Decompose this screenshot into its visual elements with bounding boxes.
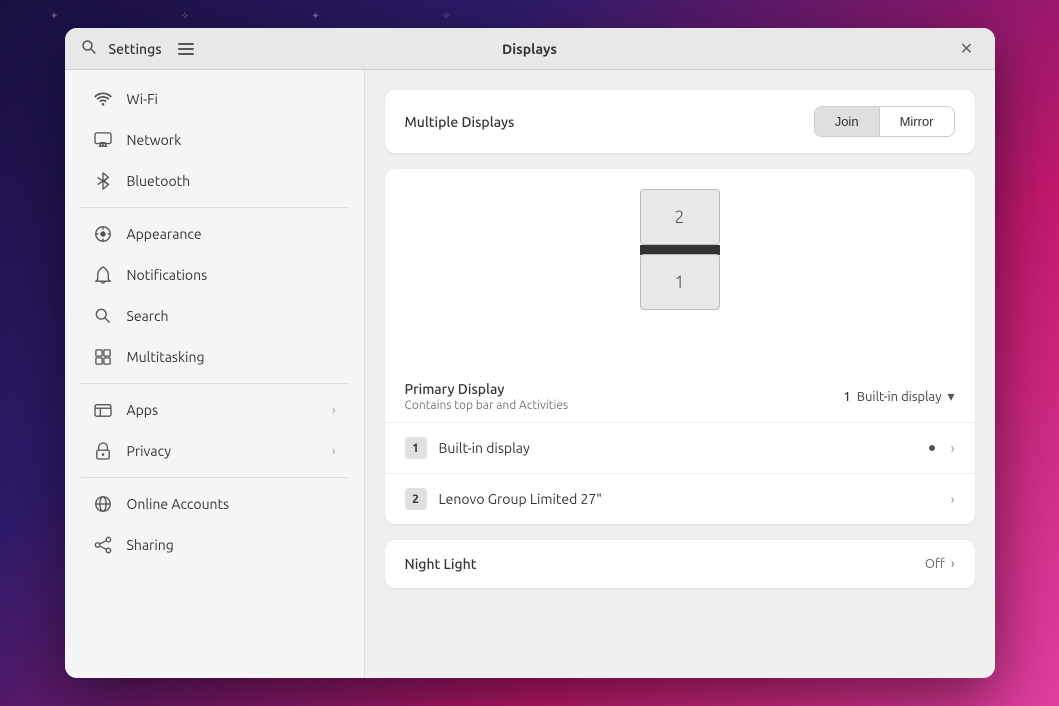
- display-1-badge: 1: [405, 437, 427, 459]
- sidebar-item-online-accounts[interactable]: Online Accounts: [73, 484, 356, 524]
- display-box-1[interactable]: 1: [640, 254, 720, 310]
- night-light-card: Night Light Off ›: [385, 540, 975, 588]
- display-preview: 2 1: [385, 169, 975, 369]
- wifi-label: Wi-Fi: [127, 91, 336, 107]
- main-panel: Multiple Displays Join Mirror 2: [365, 70, 995, 678]
- join-button[interactable]: Join: [815, 107, 879, 136]
- sidebar-item-sharing[interactable]: Sharing: [73, 525, 356, 565]
- search-icon-button[interactable]: [81, 39, 97, 58]
- primary-display-type: Built-in display: [857, 390, 942, 404]
- display-2-badge: 2: [405, 488, 427, 510]
- hamburger-button[interactable]: [174, 39, 198, 59]
- sidebar-item-bluetooth[interactable]: Bluetooth: [73, 161, 356, 201]
- multiple-displays-label: Multiple Displays: [405, 114, 515, 130]
- privacy-icon: [93, 441, 113, 461]
- appearance-icon: [93, 224, 113, 244]
- sidebar-divider-1: [81, 207, 348, 208]
- night-light-row[interactable]: Night Light Off ›: [385, 540, 975, 588]
- sidebar-divider-2: [81, 383, 348, 384]
- bluetooth-label: Bluetooth: [127, 173, 336, 189]
- sidebar-item-appearance[interactable]: Appearance: [73, 214, 356, 254]
- primary-display-info: Primary Display Contains top bar and Act…: [405, 381, 569, 412]
- display-1-chevron-icon: ›: [951, 440, 955, 456]
- sidebar-item-privacy[interactable]: Privacy ›: [73, 431, 356, 471]
- network-icon: [93, 130, 113, 150]
- display-box-2[interactable]: 2: [640, 189, 720, 245]
- sidebar-item-search[interactable]: Search: [73, 296, 356, 336]
- primary-display-select[interactable]: 1 Built-in display ▾: [843, 388, 954, 405]
- sidebar-item-apps[interactable]: Apps ›: [73, 390, 356, 430]
- night-light-chevron-icon: ›: [951, 557, 955, 571]
- search-label: Search: [127, 308, 336, 324]
- settings-title: Settings: [109, 41, 162, 57]
- join-mirror-buttons: Join Mirror: [814, 106, 955, 137]
- display-canvas: 2 1: [580, 189, 780, 319]
- primary-display-subtitle: Contains top bar and Activities: [405, 399, 569, 412]
- window-title: Displays: [502, 41, 557, 57]
- sharing-label: Sharing: [127, 537, 336, 553]
- network-label: Network: [127, 132, 336, 148]
- night-light-status: Off: [925, 557, 945, 571]
- primary-display-row: Primary Display Contains top bar and Act…: [385, 369, 975, 422]
- titlebar: Settings Displays ✕: [65, 28, 995, 70]
- dropdown-arrow-icon[interactable]: ▾: [947, 388, 954, 405]
- primary-monitor-num: 1: [843, 390, 850, 404]
- apps-chevron: ›: [332, 404, 335, 417]
- night-light-right: Off ›: [925, 557, 955, 571]
- sidebar: Wi-Fi Network: [65, 70, 365, 678]
- primary-display-title: Primary Display: [405, 381, 569, 397]
- close-button[interactable]: ✕: [955, 37, 979, 61]
- sidebar-item-network[interactable]: Network: [73, 120, 356, 160]
- sharing-icon: [93, 535, 113, 555]
- wifi-icon: [93, 89, 113, 109]
- notifications-icon: [93, 265, 113, 285]
- mirror-button[interactable]: Mirror: [879, 107, 954, 136]
- online-accounts-label: Online Accounts: [127, 496, 336, 512]
- privacy-chevron: ›: [332, 445, 335, 458]
- multitasking-label: Multitasking: [127, 349, 336, 365]
- sidebar-divider-3: [81, 477, 348, 478]
- settings-window: Settings Displays ✕: [65, 28, 995, 678]
- notifications-label: Notifications: [127, 267, 336, 283]
- sidebar-item-wifi[interactable]: Wi-Fi: [73, 79, 356, 119]
- privacy-label: Privacy: [127, 443, 319, 459]
- display-list-item-1[interactable]: 1 Built-in display ›: [385, 422, 975, 473]
- online-accounts-icon: [93, 494, 113, 514]
- titlebar-right: ✕: [955, 37, 979, 61]
- night-light-label: Night Light: [405, 556, 477, 572]
- multiple-displays-row: Multiple Displays Join Mirror: [385, 90, 975, 153]
- cursor-indicator: [929, 445, 935, 451]
- sidebar-item-multitasking[interactable]: Multitasking: [73, 337, 356, 377]
- display-2-name: Lenovo Group Limited 27": [439, 491, 951, 507]
- display-list-item-2[interactable]: 2 Lenovo Group Limited 27" ›: [385, 473, 975, 524]
- appearance-label: Appearance: [127, 226, 336, 242]
- sidebar-item-notifications[interactable]: Notifications: [73, 255, 356, 295]
- search-icon: [93, 306, 113, 326]
- multiple-displays-card: Multiple Displays Join Mirror: [385, 90, 975, 153]
- main-content: Wi-Fi Network: [65, 70, 995, 678]
- apps-icon: [93, 400, 113, 420]
- display-1-name: Built-in display: [439, 440, 929, 456]
- multitasking-icon: [93, 347, 113, 367]
- apps-label: Apps: [127, 402, 319, 418]
- bluetooth-icon: [93, 171, 113, 191]
- display-config-card: 2 1 Primary Display Contains top bar and…: [385, 169, 975, 524]
- display-2-chevron-icon: ›: [951, 491, 955, 507]
- titlebar-left: Settings: [81, 39, 198, 59]
